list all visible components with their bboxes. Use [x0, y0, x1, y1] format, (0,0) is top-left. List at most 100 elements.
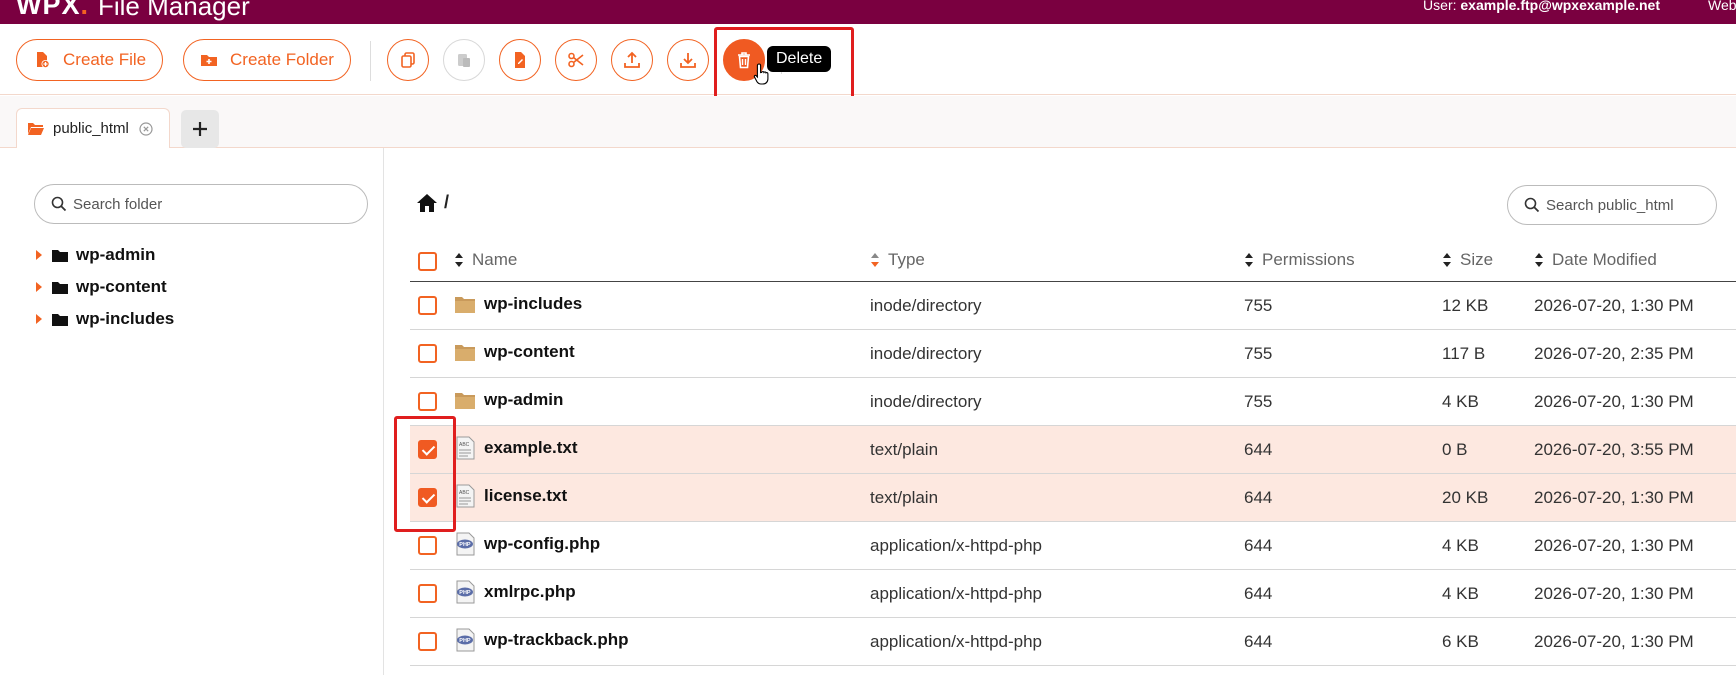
paste-button[interactable] — [443, 39, 485, 81]
row-checkbox[interactable] — [418, 344, 437, 363]
file-plus-icon — [37, 52, 50, 68]
file-size: 6 KB — [1442, 632, 1479, 651]
column-date-modified[interactable]: Date Modified — [1534, 250, 1657, 270]
table-row[interactable]: ABC license.txt text/plain 644 20 KB 2026-07-… — [410, 474, 1736, 522]
top-bar: WPX. File Manager User: example.ftp@wpxe… — [0, 0, 1736, 24]
file-date-modified: 2026-07-20, 3:55 PM — [1534, 440, 1694, 459]
table-row[interactable]: PHP wp-trackback.php application/x-httpd-p… — [410, 618, 1736, 666]
column-permissions-label: Permissions — [1262, 250, 1355, 269]
row-checkbox[interactable] — [418, 296, 437, 315]
table-header: Name Type Permissions Size Date Modified — [410, 238, 1736, 282]
file-size: 117 B — [1442, 344, 1486, 363]
column-name[interactable]: Name — [454, 250, 517, 270]
select-all-checkbox[interactable] — [418, 252, 437, 271]
copy-button[interactable] — [387, 39, 429, 81]
text-file-icon: ABC — [454, 484, 476, 508]
file-size: 4 KB — [1442, 584, 1479, 603]
close-tab-icon[interactable] — [139, 121, 153, 136]
file-permissions: 644 — [1244, 536, 1273, 555]
expand-arrow-icon[interactable] — [36, 282, 42, 292]
file-permissions: 755 — [1244, 344, 1273, 363]
file-name[interactable]: wp-admin — [484, 390, 563, 410]
checkbox-highlight-box — [394, 416, 456, 532]
download-button[interactable] — [667, 39, 709, 81]
file-name[interactable]: wp-includes — [484, 294, 582, 314]
rename-button[interactable] — [499, 39, 541, 81]
file-type: inode/directory — [870, 392, 982, 411]
file-name[interactable]: license.txt — [484, 486, 567, 506]
column-type-label: Type — [888, 250, 925, 269]
toolbar-divider — [370, 41, 371, 81]
app-title: File Manager — [98, 0, 250, 21]
copy-icon — [401, 52, 415, 68]
search-icon — [1524, 197, 1540, 213]
public-html-search-placeholder: Search public_html — [1546, 196, 1674, 214]
file-name[interactable]: xmlrpc.php — [484, 582, 576, 602]
tab-label: public_html — [53, 120, 129, 137]
public-html-search-input[interactable]: Search public_html — [1507, 185, 1717, 225]
sort-icon — [455, 253, 463, 267]
file-manager-panel: Search folder wp-admin wp-content wp-inc… — [16, 148, 1736, 675]
tree-item-wp-content[interactable]: wp-content — [36, 275, 167, 299]
scissors-icon — [568, 52, 584, 68]
file-name[interactable]: example.txt — [484, 438, 578, 458]
tree-item-wp-includes[interactable]: wp-includes — [36, 307, 174, 331]
table-row[interactable]: ABC example.txt text/plain 644 0 B 2026-07-20… — [410, 426, 1736, 474]
column-size[interactable]: Size — [1442, 250, 1493, 270]
row-checkbox[interactable] — [418, 584, 437, 603]
folder-search-placeholder: Search folder — [73, 195, 163, 213]
upload-button[interactable] — [611, 39, 653, 81]
home-icon[interactable] — [416, 193, 438, 213]
column-type[interactable]: Type — [870, 250, 925, 270]
row-checkbox[interactable] — [418, 632, 437, 651]
table-row[interactable]: wp-includes inode/directory 755 12 KB 2026-0… — [410, 282, 1736, 330]
table-row[interactable]: wp-admin inode/directory 755 4 KB 2026-07-20… — [410, 378, 1736, 426]
file-date-modified: 2026-07-20, 1:30 PM — [1534, 632, 1694, 651]
website-link[interactable]: Website — [1708, 0, 1736, 13]
folder-icon — [52, 281, 68, 294]
table-row[interactable]: PHP wp-config.php application/x-httpd-php 6… — [410, 522, 1736, 570]
folder-search-input[interactable]: Search folder — [34, 184, 368, 224]
table-body: wp-includes inode/directory 755 12 KB 2026-0… — [410, 282, 1736, 666]
table-row[interactable]: PHP xmlrpc.php application/x-httpd-php 644 4… — [410, 570, 1736, 618]
row-checkbox[interactable] — [418, 536, 437, 555]
add-tab-button[interactable] — [181, 110, 219, 148]
file-date-modified: 2026-07-20, 1:30 PM — [1534, 584, 1694, 603]
logo: WPX. — [16, 0, 90, 20]
create-file-button[interactable]: Create File — [16, 39, 164, 81]
sort-icon — [871, 253, 879, 267]
tab-public-html[interactable]: public_html — [16, 108, 170, 148]
row-checkbox[interactable] — [418, 392, 437, 411]
delete-highlight-box — [714, 27, 854, 103]
file-type: application/x-httpd-php — [870, 584, 1043, 603]
tree-item-wp-admin[interactable]: wp-admin — [36, 243, 155, 267]
folder-icon — [52, 249, 68, 262]
file-type: application/x-httpd-php — [870, 632, 1043, 651]
folder-icon — [454, 388, 476, 412]
create-folder-button[interactable]: Create Folder — [183, 39, 351, 81]
file-type: inode/directory — [870, 344, 982, 363]
folder-tree-pane: Search folder wp-admin wp-content wp-inc… — [16, 148, 384, 675]
file-name[interactable]: wp-trackback.php — [484, 630, 629, 650]
expand-arrow-icon[interactable] — [36, 314, 42, 324]
folder-icon — [454, 292, 476, 316]
file-size: 4 KB — [1442, 536, 1479, 555]
cut-button[interactable] — [555, 39, 597, 81]
svg-text:PHP: PHP — [459, 542, 471, 548]
name-cell: PHP wp-config.php — [454, 532, 600, 556]
file-date-modified: 2026-07-20, 1:30 PM — [1534, 296, 1694, 315]
column-permissions[interactable]: Permissions — [1244, 250, 1355, 270]
svg-text:ABC: ABC — [459, 490, 470, 496]
table-row[interactable]: wp-content inode/directory 755 117 B 2026-07… — [410, 330, 1736, 378]
file-type: inode/directory — [870, 296, 982, 315]
sort-icon — [1245, 253, 1253, 267]
file-name[interactable]: wp-config.php — [484, 534, 600, 554]
file-permissions: 644 — [1244, 440, 1273, 459]
expand-arrow-icon[interactable] — [36, 250, 42, 260]
file-name[interactable]: wp-content — [484, 342, 575, 362]
php-file-icon: PHP — [454, 532, 476, 556]
name-cell: ABC example.txt — [454, 436, 578, 460]
file-date-modified: 2026-07-20, 2:35 PM — [1534, 344, 1694, 363]
file-size: 20 KB — [1442, 488, 1489, 507]
column-name-label: Name — [472, 250, 518, 269]
